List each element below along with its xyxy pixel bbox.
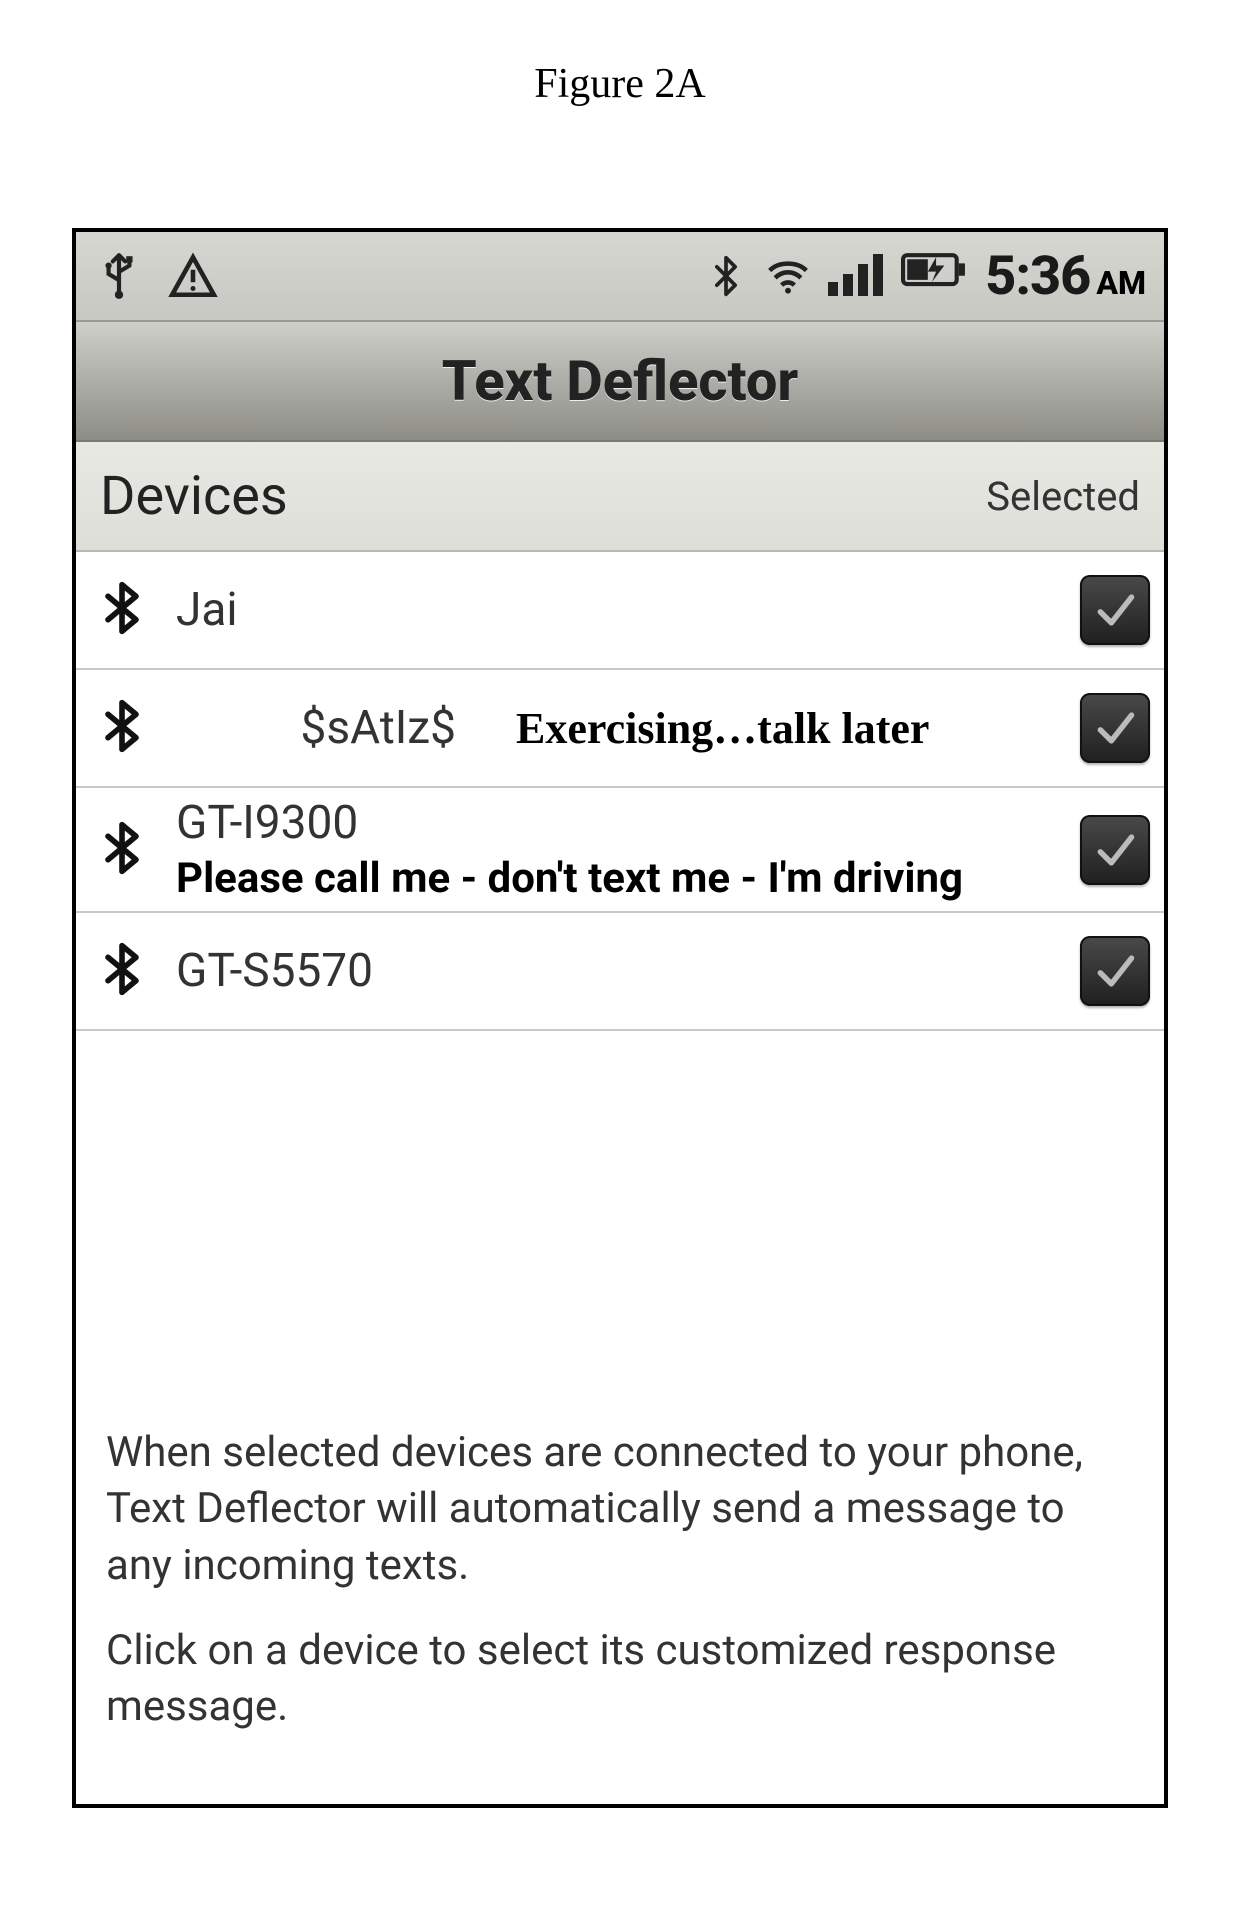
device-selected-checkbox[interactable] — [1080, 693, 1150, 763]
device-name: GT-I9300 — [176, 796, 1054, 850]
info-paragraph-2: Click on a device to select its customiz… — [106, 1623, 1134, 1736]
bluetooth-icon — [94, 698, 150, 758]
bluetooth-icon — [94, 820, 150, 880]
device-content: GT-I9300 Please call me - don't text me … — [176, 796, 1054, 903]
status-time-value: 5:36 — [985, 245, 1090, 308]
figure-label: Figure 2A — [534, 60, 706, 108]
battery-charging-icon — [901, 251, 967, 301]
status-left — [94, 251, 218, 301]
usb-icon — [94, 251, 144, 301]
device-name: $sAtIz$ — [301, 701, 456, 755]
info-paragraph-1: When selected devices are connected to y… — [106, 1425, 1134, 1595]
app-title: Text Deflector — [442, 348, 799, 414]
bluetooth-icon — [94, 580, 150, 640]
bluetooth-icon — [704, 254, 748, 298]
device-selected-checkbox[interactable] — [1080, 815, 1150, 885]
device-selected-checkbox[interactable] — [1080, 936, 1150, 1006]
signal-icon — [828, 252, 883, 300]
device-content: GT-S5570 — [176, 944, 1054, 998]
device-list: Jai $sAtIz$ Exercising…talk later — [76, 552, 1164, 1031]
wifi-icon — [766, 254, 810, 298]
device-content: $sAtIz$ Exercising…talk later — [176, 701, 1054, 755]
device-content: Jai — [176, 583, 1054, 637]
device-message: Please call me - don't text me - I'm dri… — [176, 854, 1054, 903]
app-title-bar: Text Deflector — [76, 322, 1164, 442]
phone-frame: 5:36AM Text Deflector Devices Selected J… — [72, 228, 1168, 1808]
device-row-gt-i9300[interactable]: GT-I9300 Please call me - don't text me … — [76, 788, 1164, 913]
device-name: Jai — [176, 583, 1054, 637]
status-right: 5:36AM — [704, 245, 1146, 308]
status-time: 5:36AM — [985, 245, 1146, 308]
device-message: Exercising…talk later — [516, 703, 929, 754]
bluetooth-icon — [94, 941, 150, 1001]
selected-heading: Selected — [986, 473, 1140, 520]
warning-icon — [168, 251, 218, 301]
info-text: When selected devices are connected to y… — [106, 1425, 1134, 1764]
device-row-gt-s5570[interactable]: GT-S5570 — [76, 913, 1164, 1031]
status-bar: 5:36AM — [76, 232, 1164, 322]
device-name: GT-S5570 — [176, 944, 1054, 998]
device-row-jai[interactable]: Jai — [76, 552, 1164, 670]
info-area: When selected devices are connected to y… — [76, 1031, 1164, 1804]
devices-heading: Devices — [100, 465, 288, 528]
device-selected-checkbox[interactable] — [1080, 575, 1150, 645]
device-row-satiz[interactable]: $sAtIz$ Exercising…talk later — [76, 670, 1164, 788]
status-time-ampm: AM — [1096, 264, 1146, 302]
section-header: Devices Selected — [76, 442, 1164, 552]
